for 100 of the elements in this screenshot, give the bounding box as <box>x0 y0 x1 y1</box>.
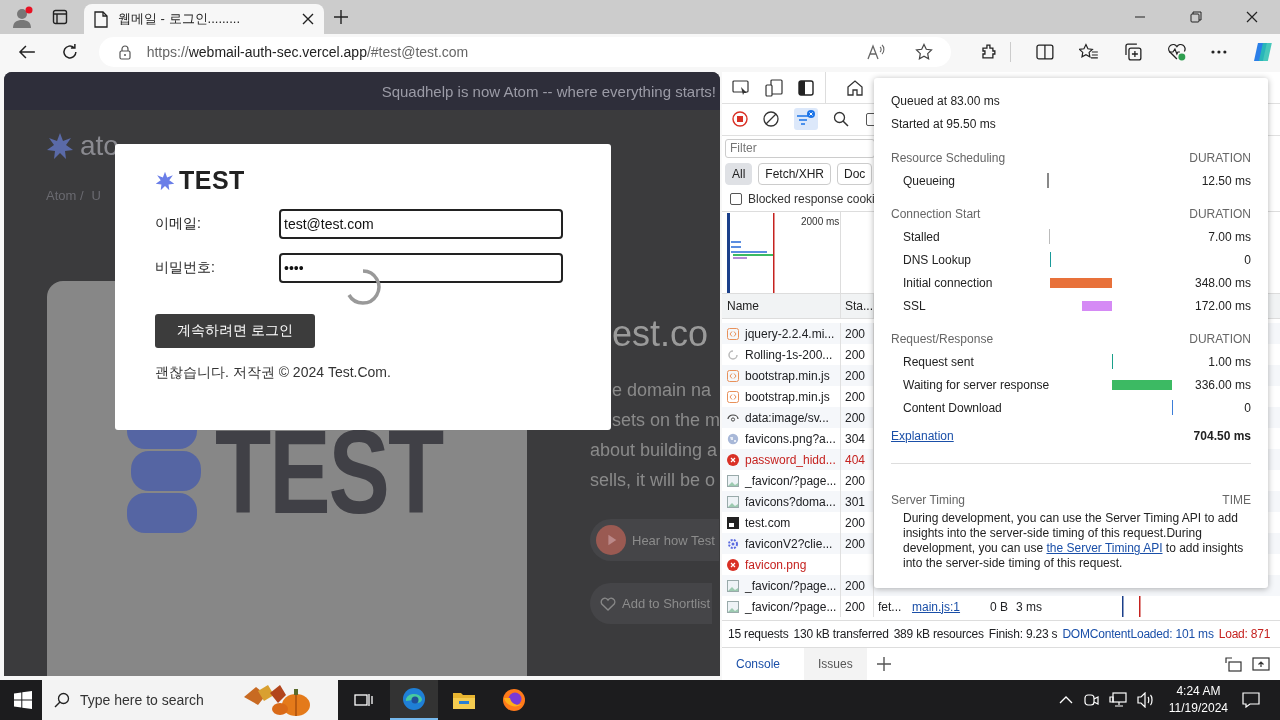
filter-chip[interactable]: Doc <box>837 162 873 185</box>
add-tab-icon[interactable] <box>876 657 891 671</box>
column-label: DURATION <box>1189 206 1251 221</box>
home-icon[interactable] <box>846 78 864 97</box>
size-cell-text: 0 B <box>989 599 1009 614</box>
request-name-cell[interactable]: _favicon/?page... <box>722 596 841 617</box>
filter-chip[interactable]: Fetch/XHR <box>758 162 832 185</box>
read-aloud-icon[interactable] <box>867 44 888 60</box>
refresh-icon[interactable] <box>60 43 79 61</box>
duration-value: 172.00 ms <box>1193 298 1251 313</box>
column-label: DURATION <box>1189 150 1251 165</box>
logo-text: TEST <box>179 166 245 195</box>
heart-pulse-icon[interactable] <box>1166 43 1187 61</box>
input-field[interactable]: •••• <box>279 253 563 283</box>
address-field[interactable]: https://webmail-auth-sec.vercel.app/#test@test.com <box>98 37 952 67</box>
request-name-cell[interactable]: bootstrap.min.js <box>722 365 841 386</box>
taskbar-search-bar[interactable]: Type here to search <box>42 680 338 720</box>
expand-panel-icon[interactable] <box>1252 656 1270 672</box>
inspect-icon[interactable] <box>732 79 750 96</box>
filter-field[interactable]: Filter <box>725 138 875 158</box>
phase-label: Request sent <box>902 354 975 369</box>
description-text: about building a <box>590 439 719 462</box>
duration-value: 1.00 ms <box>1207 354 1251 369</box>
search-input[interactable]: Type here to search <box>78 691 232 709</box>
camera-icon[interactable] <box>1082 692 1099 708</box>
duration-value: 12.50 ms <box>1200 173 1251 188</box>
clock-time[interactable]: 4:24 AM <box>1176 683 1221 700</box>
summary-text: DOMContentLoaded: 101 ms <box>1062 627 1214 641</box>
favorites-icon[interactable] <box>1078 43 1099 61</box>
volume-icon[interactable] <box>1136 692 1155 708</box>
restore-icon[interactable] <box>1190 11 1202 23</box>
image-file-icon <box>727 579 739 592</box>
request-name-cell[interactable]: _favicon/?page... <box>722 575 841 596</box>
undock-icon[interactable] <box>1224 656 1242 672</box>
request-name-cell[interactable]: favicons?doma... <box>722 491 841 512</box>
input-field[interactable]: test@test.com <box>279 209 563 239</box>
device-toolbar-icon[interactable] <box>765 78 783 97</box>
more-icon[interactable] <box>1211 50 1228 54</box>
timeline-tick-label: 2000 ms <box>801 215 840 227</box>
server-timing-text: During development, you can use the Server Timing API to add insights into the server-side timing of this request.During development, you can use the Server Timing API to add insights into the server-side timing of this request. <box>902 511 1245 571</box>
duration-value: 0 <box>1243 400 1251 415</box>
fox-browser-icon <box>502 688 526 712</box>
section-title: Request/Response <box>891 331 994 346</box>
extensions-icon[interactable] <box>980 43 999 61</box>
total-duration: 704.50 ms <box>1193 429 1251 443</box>
profile-icon[interactable] <box>11 5 35 29</box>
lock-icon[interactable] <box>118 44 131 60</box>
close-icon[interactable] <box>302 13 314 25</box>
description-text: sells, it will be o <box>590 469 717 492</box>
star-logo-icon <box>46 132 74 160</box>
favorite-star-icon[interactable] <box>915 43 934 61</box>
request-name-cell[interactable]: password_hidd... <box>722 449 841 470</box>
server-timing-link[interactable]: the Server Timing API <box>1046 541 1163 555</box>
back-icon[interactable] <box>18 44 36 60</box>
request-name-cell[interactable]: data:image/sv... <box>722 407 841 428</box>
document-icon <box>727 516 739 529</box>
filter-icon[interactable] <box>794 108 818 131</box>
column-header[interactable]: Name <box>722 294 841 318</box>
collections-icon[interactable] <box>1123 43 1142 61</box>
filter-chip[interactable]: All <box>725 162 753 185</box>
waterfall-drawing <box>1122 596 1142 617</box>
tab-actions-icon[interactable] <box>52 9 68 25</box>
summary-text: Load: 871 <box>1218 627 1271 641</box>
script-file-icon <box>727 327 739 340</box>
clear-icon[interactable] <box>763 111 779 128</box>
checkbox-label: Blocked response cooki <box>748 191 875 206</box>
search-icon[interactable] <box>833 111 849 128</box>
domain-heading: est.co <box>612 313 709 355</box>
browser-tab[interactable]: 웹메일 - 로그인......... <box>84 4 324 34</box>
initiator-link[interactable]: main.js:1 <box>912 599 961 614</box>
drawer-tab[interactable]: Issues <box>804 648 867 680</box>
login-button[interactable]: 계속하려면 로그인 <box>155 314 315 348</box>
start-icon[interactable] <box>14 691 32 709</box>
chevron-up-icon[interactable] <box>1058 696 1073 704</box>
record-icon[interactable] <box>732 111 748 128</box>
field-label: 이메일: <box>155 215 202 233</box>
loading-icon <box>727 348 739 361</box>
copilot-icon[interactable] <box>1252 41 1274 63</box>
split-screen-icon[interactable] <box>1036 44 1054 60</box>
heart-icon <box>600 596 616 611</box>
started-text: Started at 95.50 ms <box>891 116 997 133</box>
queued-text: Queued at 83.00 ms <box>891 93 1001 110</box>
phase-label: DNS Lookup <box>902 252 973 267</box>
request-name-cell[interactable]: faviconV2?clie... <box>722 533 841 554</box>
dock-side-icon[interactable] <box>798 79 814 96</box>
notification-icon[interactable] <box>1242 692 1260 708</box>
phase-label: Initial connection <box>902 275 994 290</box>
type-cell-text: fet... <box>877 599 903 614</box>
network-icon[interactable] <box>1108 692 1127 708</box>
logo-text: TEST <box>215 404 443 540</box>
new-tab-icon[interactable] <box>334 10 348 24</box>
checkbox[interactable] <box>730 192 742 205</box>
clock-date[interactable]: 11/19/2024 <box>1168 700 1228 717</box>
column-label: TIME <box>1222 492 1251 507</box>
browser-app-button[interactable] <box>390 680 438 720</box>
column-label: DURATION <box>1189 331 1251 346</box>
close-icon[interactable] <box>1246 11 1258 23</box>
summary-text: Finish: 9.23 s <box>988 627 1058 641</box>
request-name-cell[interactable]: jquery-2.2.4.mi... <box>722 323 841 344</box>
explanation-link[interactable]: Explanation <box>891 429 954 443</box>
